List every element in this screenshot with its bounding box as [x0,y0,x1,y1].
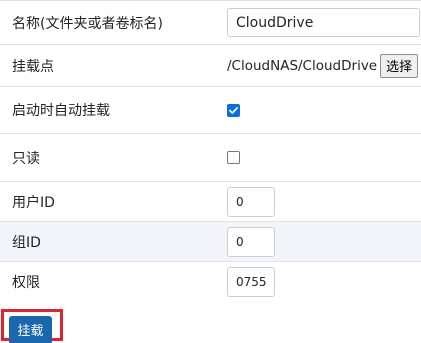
auto-mount-cell [217,86,421,134]
read-only-checkbox[interactable] [227,151,240,164]
mount-point-path: /CloudNAS/CloudDrive [227,57,378,74]
uid-cell [217,181,421,222]
gid-cell [217,221,421,262]
mount-settings-table: 名称(文件夹或者卷标名) 挂载点 /CloudNAS/CloudDrive 选择… [0,0,421,302]
row-uid: 用户ID [0,181,421,222]
row-permission: 权限 [0,261,421,302]
name-label: 名称(文件夹或者卷标名) [0,0,217,45]
row-auto-mount: 启动时自动挂载 [0,86,421,134]
auto-mount-label: 启动时自动挂载 [0,86,217,134]
row-gid: 组ID [0,221,421,262]
row-name: 名称(文件夹或者卷标名) [0,0,421,45]
auto-mount-checkbox[interactable] [227,103,240,117]
mount-point-label: 挂载点 [0,44,217,87]
read-only-cell [217,133,421,182]
select-mount-point-button[interactable]: 选择 [380,53,419,78]
mount-point-cell: /CloudNAS/CloudDrive 选择 [217,44,421,87]
row-mount-point: 挂载点 /CloudNAS/CloudDrive 选择 [0,44,421,87]
name-input[interactable] [227,8,420,37]
permission-input[interactable] [227,266,275,297]
mount-point-group: /CloudNAS/CloudDrive 选择 [227,53,421,78]
uid-input[interactable] [227,186,275,217]
uid-label: 用户ID [0,181,217,222]
row-read-only: 只读 [0,133,421,182]
gid-label: 组ID [0,221,217,262]
name-cell [217,0,421,45]
gid-input[interactable] [227,226,275,257]
mount-button[interactable]: 挂载 [9,316,52,343]
checkmark-icon [229,106,238,114]
permission-cell [217,261,421,302]
read-only-label: 只读 [0,133,217,182]
permission-label: 权限 [0,261,217,302]
